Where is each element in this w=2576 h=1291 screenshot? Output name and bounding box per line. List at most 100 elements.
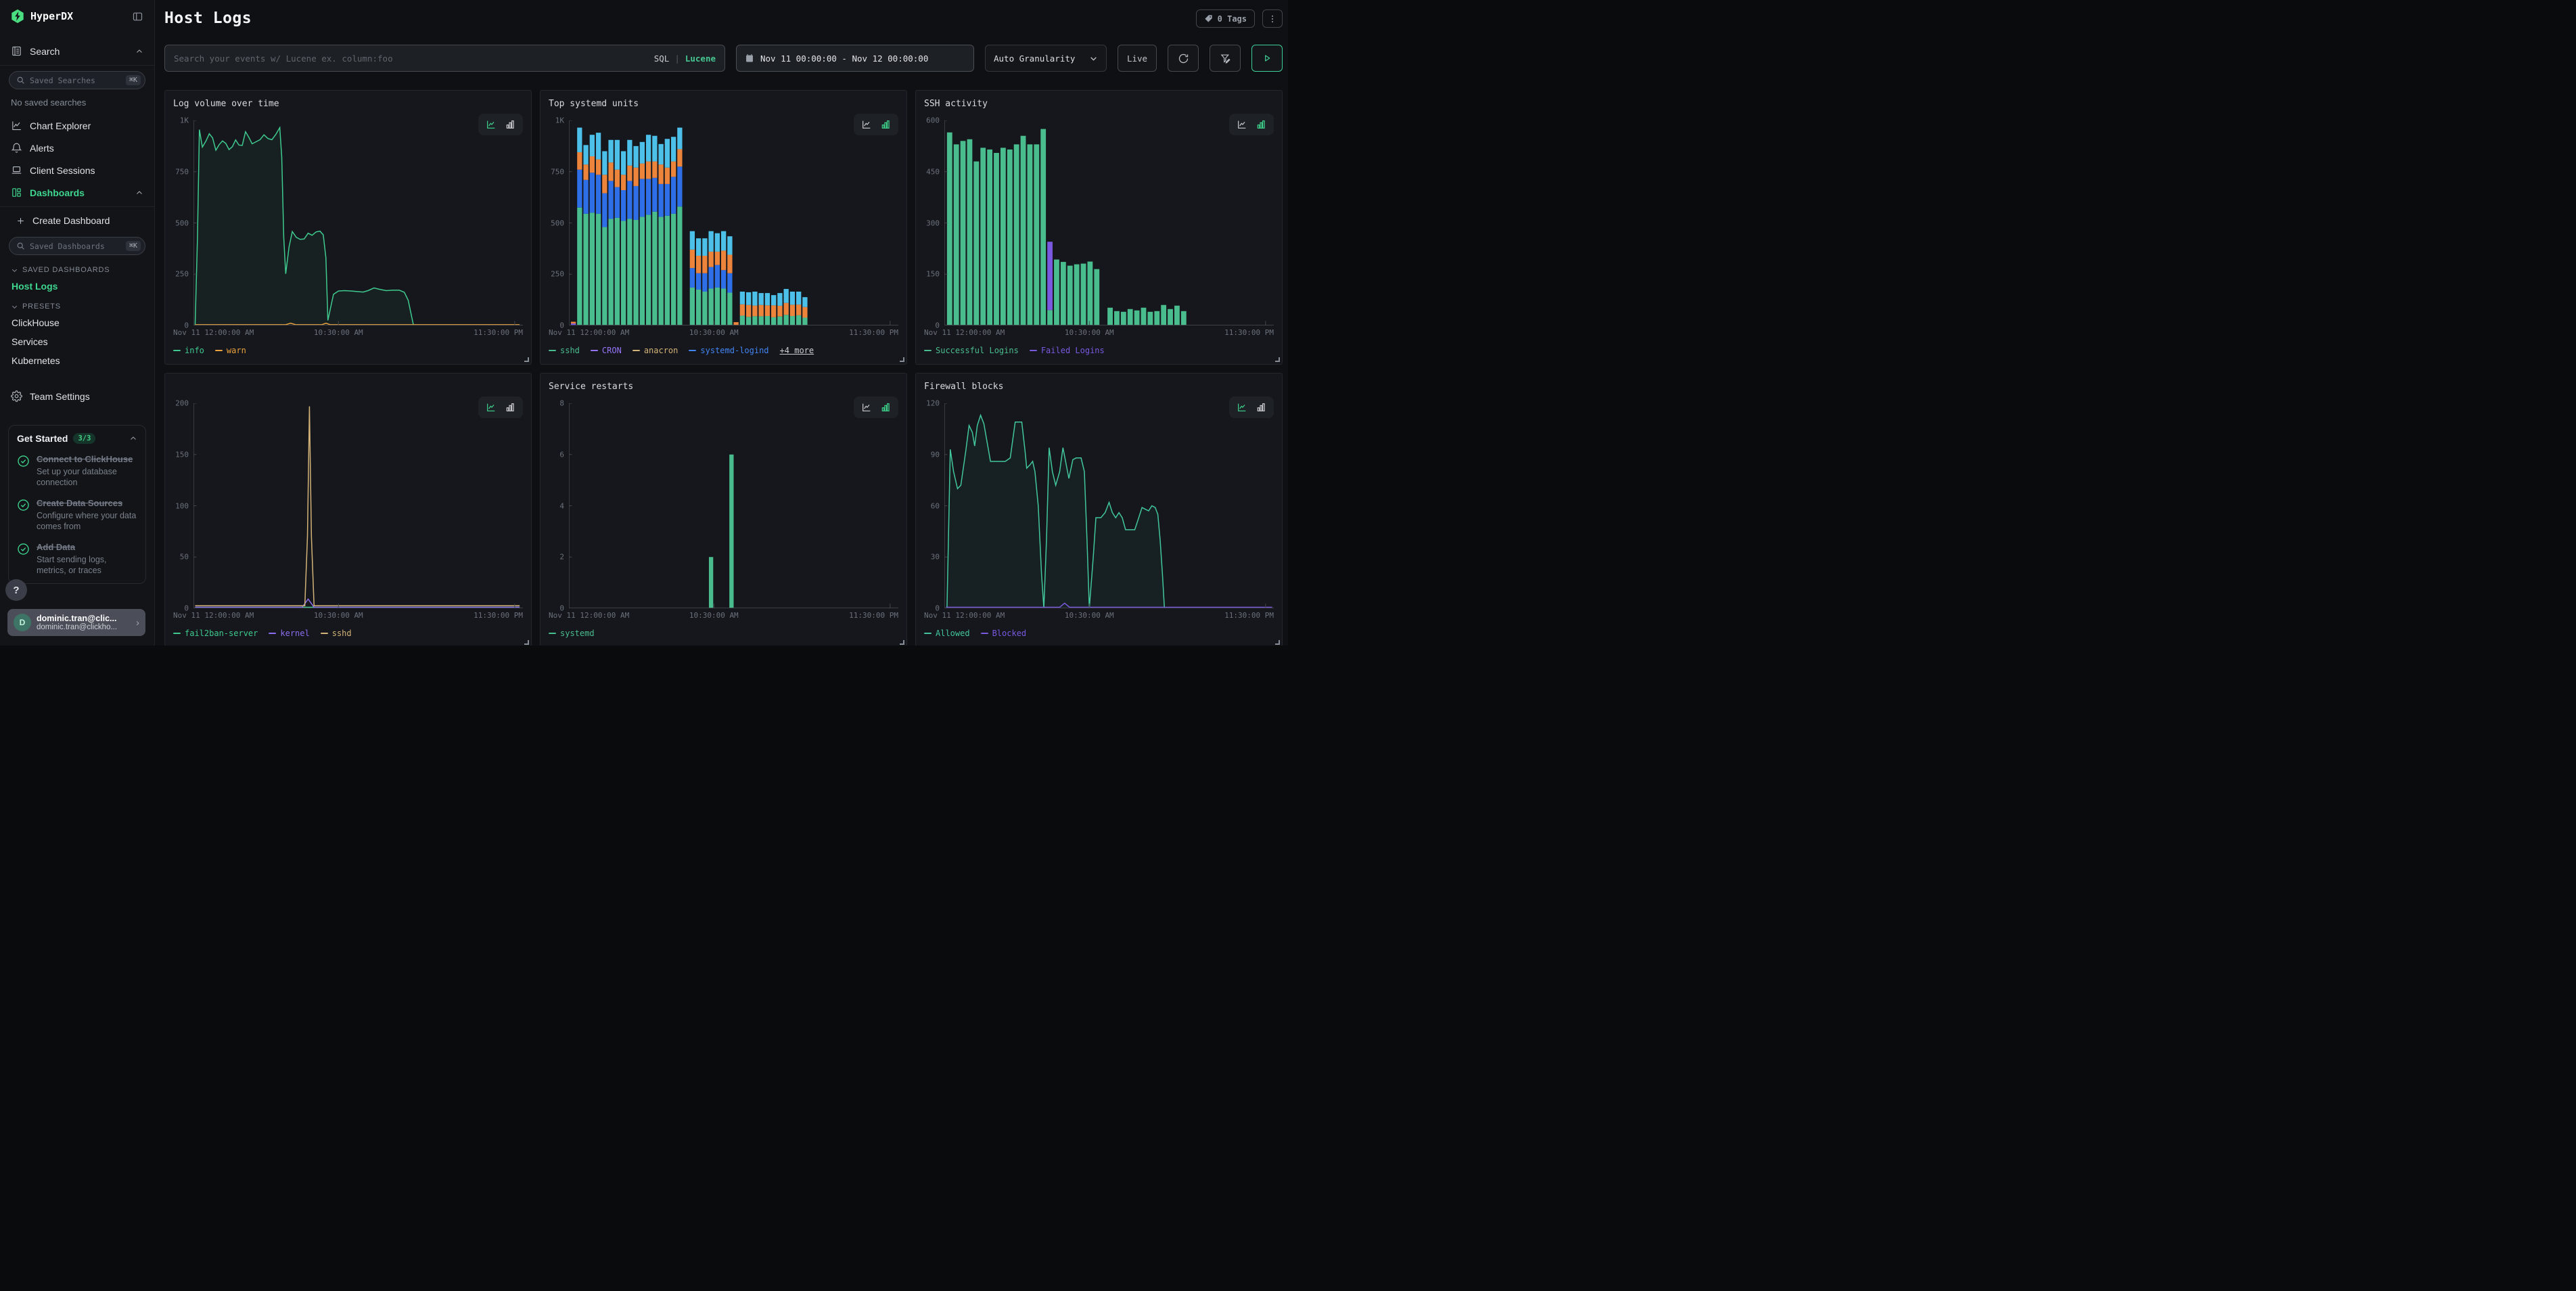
sidebar-item-team-settings[interactable]: Team Settings xyxy=(0,385,154,407)
sidebar-item-chart-explorer[interactable]: Chart Explorer xyxy=(0,114,154,137)
sidebar-item-label: Team Settings xyxy=(30,391,143,402)
x-axis-label: Nov 11 12:00:00 AM xyxy=(924,611,1005,620)
filter-button[interactable] xyxy=(1210,45,1241,72)
saved-dashboards-input[interactable]: Saved Dashboards ⌘K xyxy=(9,237,145,255)
chevron-down-icon xyxy=(11,303,18,311)
bar-chart-toggle-icon[interactable] xyxy=(880,119,891,130)
legend-item[interactable]: Allowed xyxy=(924,629,970,638)
line-chart-toggle-icon[interactable] xyxy=(861,402,872,413)
resize-handle[interactable] xyxy=(1275,640,1280,645)
get-started-item[interactable]: Connect to ClickHouse Set up your databa… xyxy=(17,453,137,488)
section-label: PRESETS xyxy=(22,302,61,311)
line-chart-toggle-icon[interactable] xyxy=(486,402,497,413)
legend-item[interactable]: kernel xyxy=(269,629,309,638)
sidebar-item-clickhouse[interactable]: ClickHouse xyxy=(0,313,154,332)
sidebar-item-services[interactable]: Services xyxy=(0,332,154,351)
panel-top-systemd-units: Top systemd units 02505007501K Nov 11 12… xyxy=(540,90,907,365)
no-saved-searches-text: No saved searches xyxy=(0,93,154,114)
y-axis: 02505007501K xyxy=(173,120,193,325)
bar-chart-toggle-icon[interactable] xyxy=(880,402,891,413)
sidebar-item-dashboards[interactable]: Dashboards xyxy=(0,181,154,204)
chart-plot[interactable] xyxy=(944,120,1274,325)
refresh-button[interactable] xyxy=(1168,45,1199,72)
get-started-item[interactable]: Add Data Start sending logs, metrics, or… xyxy=(17,541,137,576)
sql-mode-toggle[interactable]: SQL xyxy=(654,53,670,64)
chart-plot[interactable] xyxy=(569,120,898,325)
event-search-input[interactable]: Search your events w/ Lucene ex. column:… xyxy=(164,45,725,72)
dashboard-grid: Log volume over time 02505007501K Nov 11… xyxy=(164,90,1283,646)
bar-chart-toggle-icon[interactable] xyxy=(505,119,515,130)
legend-item[interactable]: info xyxy=(173,346,204,355)
bar-chart-toggle-icon[interactable] xyxy=(1256,119,1266,130)
legend-item[interactable]: CRON xyxy=(591,346,622,355)
line-chart-toggle-icon[interactable] xyxy=(1237,402,1247,413)
saved-searches-placeholder: Saved Searches xyxy=(30,76,121,85)
x-axis: Nov 11 12:00:00 AM10:30:00 AM11:30:00 PM xyxy=(193,611,523,622)
bar-chart-toggle-icon[interactable] xyxy=(1256,402,1266,413)
resize-handle[interactable] xyxy=(524,357,529,362)
y-axis-label: 250 xyxy=(175,270,189,279)
date-range-picker[interactable]: Nov 11 00:00:00 - Nov 12 00:00:00 xyxy=(736,45,974,72)
sidebar-collapse-icon[interactable] xyxy=(131,9,145,24)
resize-handle[interactable] xyxy=(1275,357,1280,362)
legend-item[interactable]: Blocked xyxy=(981,629,1027,638)
y-axis-label: 50 xyxy=(180,553,189,562)
live-button[interactable]: Live xyxy=(1118,45,1157,72)
saved-dashboards-section-toggle[interactable]: SAVED DASHBOARDS xyxy=(0,259,154,277)
saved-searches-input[interactable]: Saved Searches ⌘K xyxy=(9,71,145,89)
sidebar-item-search[interactable]: Search xyxy=(0,40,154,62)
presets-section-toggle[interactable]: PRESETS xyxy=(0,296,154,313)
legend-item[interactable]: +4 more xyxy=(780,346,814,355)
bar-chart-toggle-icon[interactable] xyxy=(505,402,515,413)
y-axis-label: 100 xyxy=(175,501,189,510)
resize-handle[interactable] xyxy=(900,357,904,362)
x-axis-label: 11:30:00 PM xyxy=(474,328,523,337)
legend-item[interactable]: Successful Logins xyxy=(924,346,1019,355)
y-axis-label: 500 xyxy=(551,219,564,227)
chart-plot[interactable] xyxy=(569,403,898,608)
chart-plot[interactable] xyxy=(193,403,523,608)
line-chart-toggle-icon[interactable] xyxy=(486,119,497,130)
y-axis-label: 6 xyxy=(559,450,564,459)
more-options-button[interactable] xyxy=(1262,9,1283,28)
tags-button[interactable]: 0 Tags xyxy=(1196,9,1255,28)
lucene-mode-toggle[interactable]: Lucene xyxy=(685,53,716,64)
chart-plot[interactable] xyxy=(944,403,1274,608)
x-axis: Nov 11 12:00:00 AM10:30:00 AM11:30:00 PM xyxy=(193,328,523,339)
legend-item[interactable]: warn xyxy=(215,346,246,355)
x-axis-label: 11:30:00 PM xyxy=(1224,611,1274,620)
chart-explorer-icon xyxy=(11,120,23,131)
panel-firewall-blocks: Firewall blocks 0306090120 Nov 11 12:00:… xyxy=(915,373,1283,646)
sidebar-item-kubernetes[interactable]: Kubernetes xyxy=(0,351,154,370)
resize-handle[interactable] xyxy=(900,640,904,645)
create-dashboard-button[interactable]: Create Dashboard xyxy=(0,210,154,231)
legend-item[interactable]: systemd-logind xyxy=(689,346,768,355)
chart-type-toggle xyxy=(854,114,898,135)
sidebar-item-host-logs[interactable]: Host Logs xyxy=(0,277,154,296)
line-chart-toggle-icon[interactable] xyxy=(1237,119,1247,130)
granularity-select[interactable]: Auto Granularity xyxy=(985,45,1107,72)
user-menu[interactable]: D dominic.tran@clic... dominic.tran@clic… xyxy=(7,609,145,636)
legend-item[interactable]: fail2ban-server xyxy=(173,629,258,638)
search-placeholder: Search your events w/ Lucene ex. column:… xyxy=(174,53,654,64)
help-button[interactable]: ? xyxy=(5,579,27,601)
legend-item[interactable]: sshd xyxy=(549,346,580,355)
get-started-item[interactable]: Create Data Sources Configure where your… xyxy=(17,497,137,532)
x-axis-label: 10:30:00 AM xyxy=(314,328,363,337)
chart-plot[interactable] xyxy=(193,120,523,325)
x-axis-label: 11:30:00 PM xyxy=(474,611,523,620)
sidebar-item-client-sessions[interactable]: Client Sessions xyxy=(0,159,154,181)
chevron-up-icon[interactable] xyxy=(129,434,137,443)
user-email: dominic.tran@clickho... xyxy=(37,623,131,631)
get-started-item-desc: Configure where your data comes from xyxy=(37,510,137,533)
y-axis-label: 8 xyxy=(559,399,564,408)
legend-item[interactable]: sshd xyxy=(321,629,352,638)
shortcut-badge: ⌘K xyxy=(126,75,141,85)
run-query-button[interactable] xyxy=(1251,45,1283,72)
legend-item[interactable]: systemd xyxy=(549,629,595,638)
sidebar-item-alerts[interactable]: Alerts xyxy=(0,137,154,159)
legend-item[interactable]: anacron xyxy=(632,346,678,355)
line-chart-toggle-icon[interactable] xyxy=(861,119,872,130)
resize-handle[interactable] xyxy=(524,640,529,645)
legend-item[interactable]: Failed Logins xyxy=(1030,346,1105,355)
